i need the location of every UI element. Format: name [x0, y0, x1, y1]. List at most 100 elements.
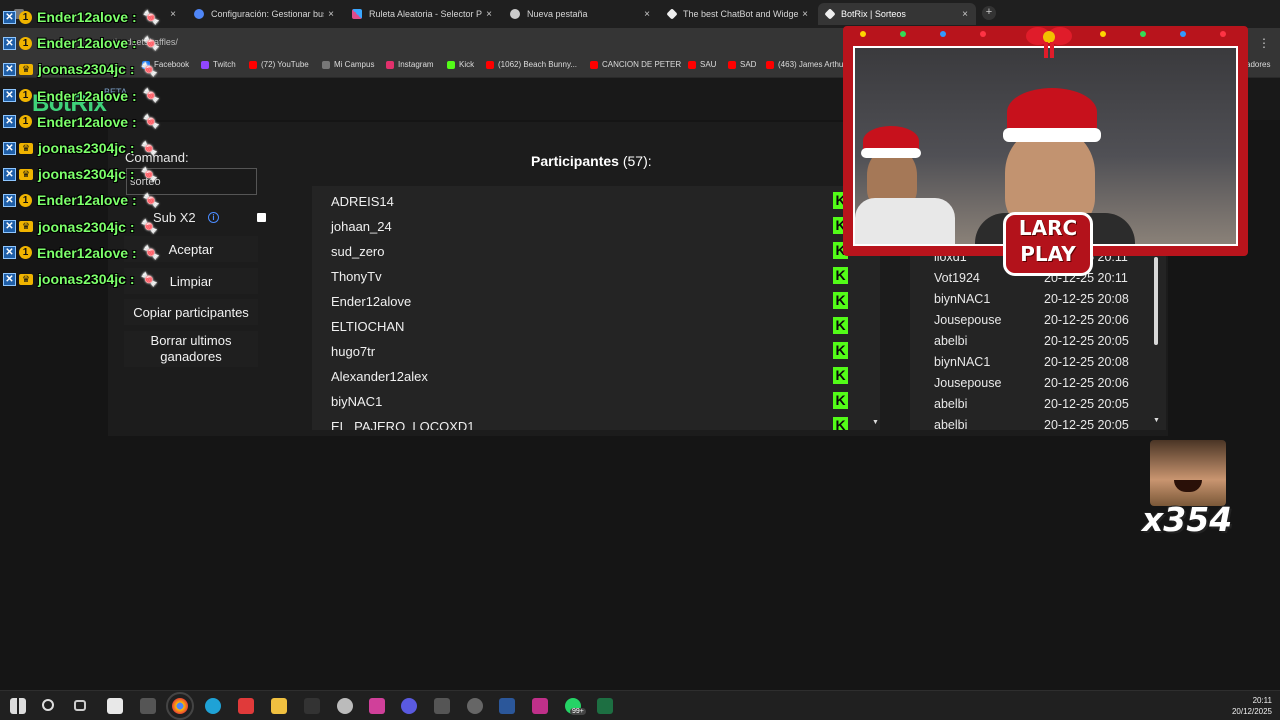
- tab-label: Ruleta Aleatoria - Selector Pers: [369, 9, 482, 19]
- kick-icon: K: [833, 317, 848, 334]
- youtube-icon: [590, 60, 598, 69]
- app-red-icon[interactable]: [238, 698, 254, 714]
- taskbar-clock[interactable]: 20:11 20/12/2025: [1232, 695, 1272, 717]
- botrix-icon: [824, 8, 836, 20]
- kick-badge-icon: ✕: [3, 36, 16, 50]
- chat-username: joonas2304jc :: [38, 218, 135, 235]
- participants-list[interactable]: ADREIS14 K johaan_24 K sud_zero K ThonyT…: [312, 186, 880, 430]
- new-tab-button[interactable]: +: [982, 6, 996, 20]
- kick-icon: [447, 60, 455, 69]
- chat-message: ✕ 1 Ender12alove : 🍬: [3, 112, 160, 132]
- copy-participants-button[interactable]: Copiar participantes: [124, 299, 258, 325]
- app-pink-icon[interactable]: [532, 698, 548, 714]
- scroll-down-icon[interactable]: ▼: [1153, 417, 1160, 424]
- kick-badge-icon: ✕: [3, 62, 16, 76]
- emote-counter: x354: [1142, 500, 1233, 539]
- tab-close-icon[interactable]: ×: [166, 9, 180, 20]
- sub-x2-checkbox[interactable]: [257, 213, 266, 222]
- app-pink-icon[interactable]: [369, 698, 385, 714]
- youtube-icon: [688, 60, 696, 69]
- subscriber-badge-icon: 1: [19, 10, 32, 24]
- crown-badge-icon: ♛: [19, 142, 33, 154]
- chat-username: Ender12alove :: [37, 113, 137, 130]
- chat-message: ✕ 1 Ender12alove : 🍬: [3, 86, 160, 106]
- winner-name: abelbi: [934, 334, 968, 348]
- bookmark-sad[interactable]: SAD: [728, 60, 756, 69]
- tab-botrix-sorteos[interactable]: BotRix | Sorteos ×: [818, 3, 976, 25]
- bookmark-beach-bunny[interactable]: (1062) Beach Bunny...: [486, 60, 577, 69]
- bookmark-james-arthur[interactable]: (463) James Arthu: [766, 60, 843, 69]
- chat-message: ✕ ♛ joonas2304jc : 🍬: [3, 59, 158, 79]
- chrome-icon[interactable]: [166, 692, 194, 720]
- app-icon[interactable]: [304, 698, 320, 714]
- kick-badge-icon: ✕: [3, 10, 16, 24]
- winner-name: Vot1924: [934, 271, 980, 285]
- candy-cane-icon: 🍬: [140, 139, 158, 156]
- edge-icon[interactable]: [205, 698, 221, 714]
- search-icon[interactable]: [42, 699, 54, 711]
- tab-close-icon[interactable]: ×: [958, 9, 972, 20]
- bookmark-instagram[interactable]: Instagram: [386, 60, 434, 69]
- scroll-down-icon[interactable]: ▼: [872, 419, 879, 426]
- tab-configuracion[interactable]: Configuración: Gestionar busca ×: [186, 3, 342, 25]
- candy-cane-icon: 🍬: [140, 218, 158, 235]
- winner-name: Jousepouse: [934, 313, 1002, 327]
- url-field[interactable]: ctivedgets/raffles/: [108, 32, 848, 52]
- chat-username: Ender12alove :: [37, 35, 137, 52]
- crown-badge-icon: ♛: [19, 273, 33, 285]
- subscriber-badge-icon: 1: [19, 115, 32, 129]
- start-icon[interactable]: [10, 698, 26, 714]
- calculator-icon[interactable]: [434, 698, 450, 714]
- chat-username: joonas2304jc :: [38, 166, 135, 183]
- app-icon[interactable]: [140, 698, 156, 714]
- chat-username: joonas2304jc :: [38, 61, 135, 78]
- info-icon[interactable]: i: [208, 212, 219, 223]
- tab-close-icon[interactable]: ×: [482, 9, 496, 20]
- bookmark-mi-campus[interactable]: Mi Campus: [322, 60, 374, 69]
- bookmark-twitch[interactable]: Twitch: [201, 60, 236, 69]
- streamer-shirt: [855, 198, 955, 244]
- folder-icon[interactable]: [271, 698, 287, 714]
- app-icon[interactable]: [467, 698, 483, 714]
- app-icon[interactable]: [401, 698, 417, 714]
- crown-badge-icon: ♛: [19, 63, 33, 75]
- kick-icon: K: [833, 292, 848, 309]
- task-view-icon[interactable]: [74, 700, 86, 711]
- bookmark-youtube[interactable]: (72) YouTube: [249, 60, 309, 69]
- tab-nueva-pestana[interactable]: Nueva pestaña ×: [502, 3, 658, 25]
- app-icon[interactable]: [337, 698, 353, 714]
- chat-message: ✕ ♛ joonas2304jc : 🍬: [3, 217, 158, 237]
- delete-last-winners-button[interactable]: Borrar ultimos ganadores: [124, 331, 258, 367]
- winners-scrollbar[interactable]: [1154, 257, 1158, 345]
- kick-icon: K: [833, 417, 848, 430]
- kick-badge-icon: ✕: [3, 220, 16, 234]
- excel-icon[interactable]: [597, 698, 613, 714]
- tab-close-icon[interactable]: ×: [324, 9, 338, 20]
- tab-ruleta[interactable]: Ruleta Aleatoria - Selector Pers ×: [344, 3, 500, 25]
- tab-chatbot-widgets[interactable]: The best ChatBot and Widgets ×: [660, 3, 816, 25]
- store-icon[interactable]: [107, 698, 123, 714]
- logo-line-2: PLAY: [1020, 242, 1076, 266]
- chat-message: ✕ ♛ joonas2304jc : 🍬: [3, 164, 158, 184]
- tab-close-icon[interactable]: ×: [798, 9, 812, 20]
- candy-cane-icon: 🍬: [140, 165, 158, 182]
- winner-date: 20-12-25 20:05: [1044, 334, 1129, 348]
- bookmark-right-label[interactable]: adores: [1246, 60, 1270, 69]
- tab-label: Nueva pestaña: [527, 9, 588, 19]
- chat-username: Ender12alove :: [37, 9, 137, 25]
- list-item: ThonyTv: [331, 269, 382, 284]
- tab-label: BotRix | Sorteos: [841, 9, 906, 19]
- instagram-icon: [386, 60, 394, 69]
- word-icon[interactable]: [499, 698, 515, 714]
- kick-badge-icon: ✕: [3, 272, 16, 286]
- bookmark-sau[interactable]: SAU: [688, 60, 716, 69]
- browser-menu-icon[interactable]: ⋮: [1258, 36, 1270, 50]
- tab-close-icon[interactable]: ×: [640, 9, 654, 20]
- notification-badge: 99+: [570, 708, 586, 715]
- list-item: hugo7tr: [331, 344, 376, 359]
- kick-icon: K: [833, 392, 848, 409]
- bookmark-kick[interactable]: Kick: [447, 60, 474, 69]
- windows-taskbar: 99+ 20:11 20/12/2025: [0, 690, 1280, 720]
- chat-message: ✕ 1 Ender12alove : 🍬: [3, 33, 160, 53]
- bookmark-cancion-peter[interactable]: CANCION DE PETER: [590, 60, 681, 69]
